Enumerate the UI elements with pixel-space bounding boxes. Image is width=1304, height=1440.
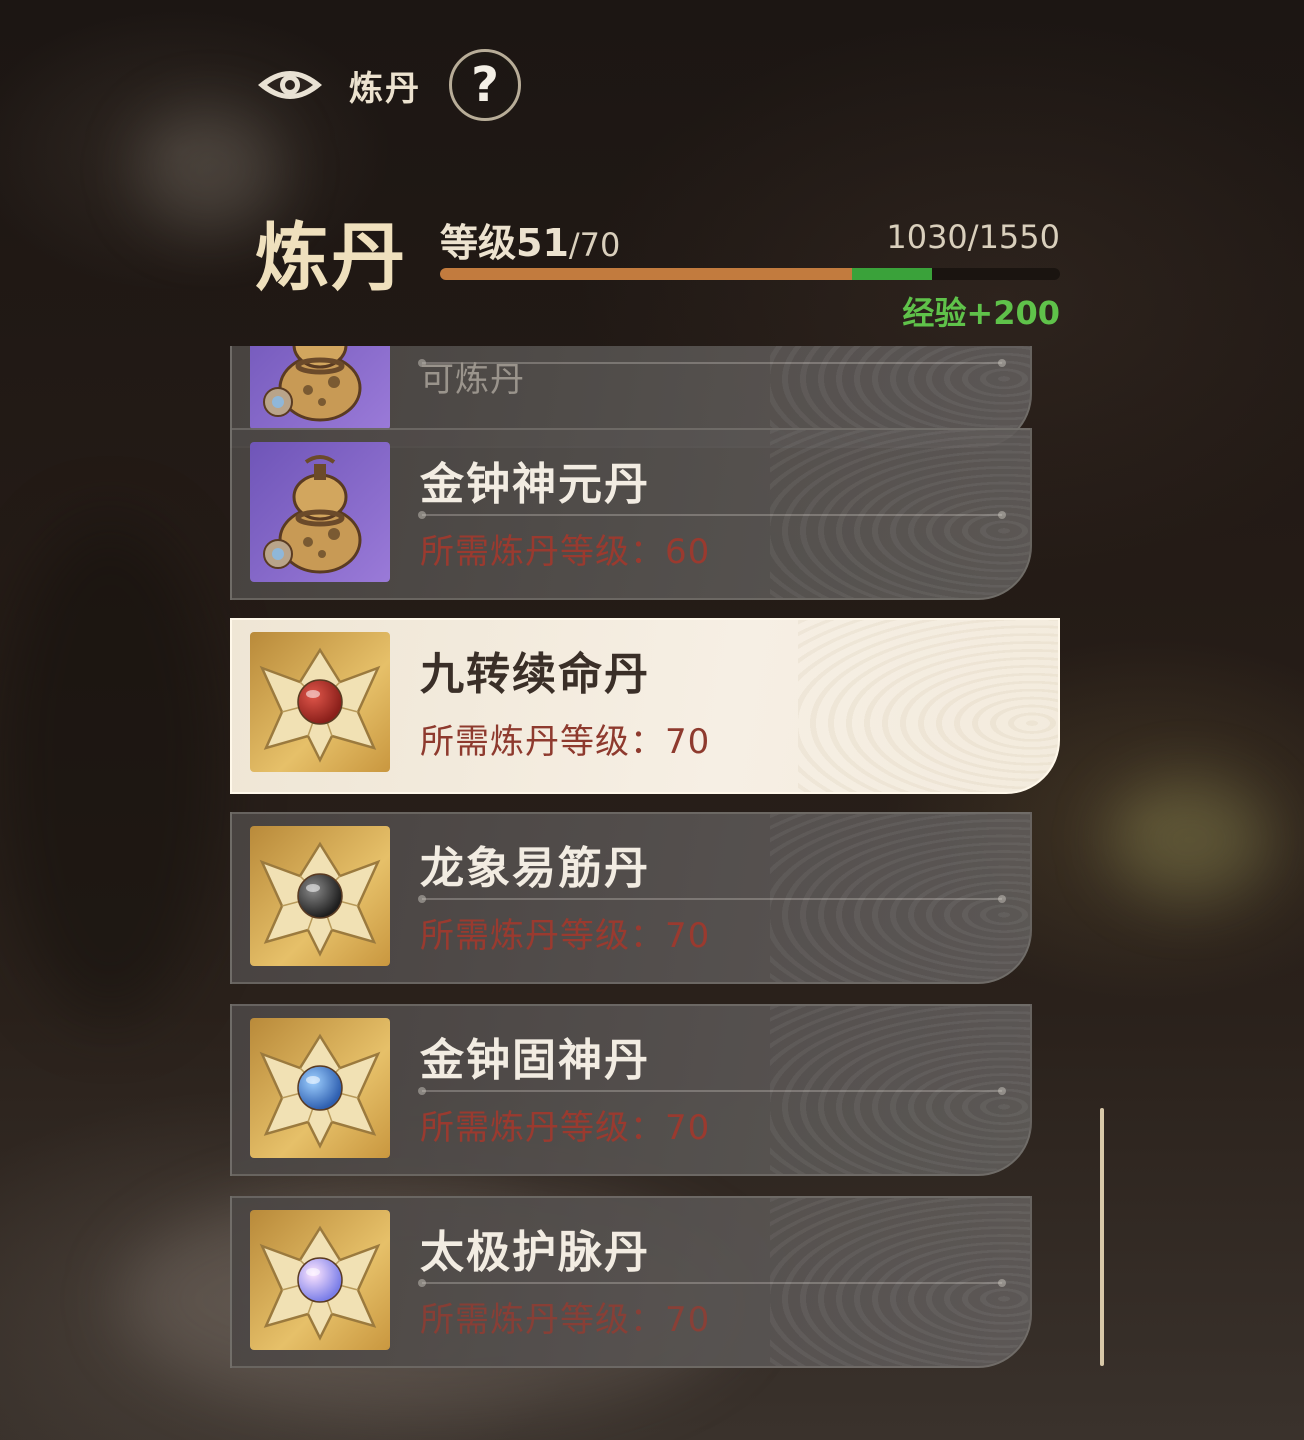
recipe-list: 可炼丹 金钟神元丹 所需炼丹等级：60 九转续命丹 所需炼丹等级：70 龙象易筋丹 所需炼丹… bbox=[228, 346, 1068, 1386]
help-button[interactable]: ? bbox=[449, 49, 521, 121]
black-pill-icon bbox=[250, 826, 390, 966]
divider bbox=[418, 511, 1006, 519]
exp-value: 1030/1550 bbox=[886, 218, 1060, 256]
scrollbar[interactable] bbox=[1100, 1108, 1104, 1366]
question-mark-icon: ? bbox=[471, 57, 499, 113]
recipe-name: 金钟神元丹 bbox=[420, 459, 650, 510]
level-max: /70 bbox=[568, 226, 621, 264]
recipe-requirement: 所需炼丹等级：60 bbox=[420, 532, 711, 572]
recipe-card[interactable]: 太极护脉丹所需炼丹等级：70 bbox=[230, 1196, 1032, 1368]
level-display: 等级51/70 bbox=[440, 212, 620, 267]
recipe-requirement: 可炼丹 bbox=[420, 360, 525, 400]
eye-icon[interactable] bbox=[255, 65, 325, 105]
recipe-requirement: 所需炼丹等级：70 bbox=[420, 1300, 711, 1340]
gourd-icon bbox=[250, 442, 390, 582]
divider bbox=[418, 895, 1006, 903]
divider bbox=[418, 1087, 1006, 1095]
level-value: 等级51 bbox=[440, 221, 569, 265]
recipe-name: 龙象易筋丹 bbox=[420, 843, 650, 894]
page-title: 炼丹 bbox=[255, 215, 407, 301]
recipe-card[interactable]: 金钟神元丹所需炼丹等级：60 bbox=[230, 428, 1032, 600]
recipe-requirement: 所需炼丹等级：70 bbox=[420, 916, 711, 956]
recipe-requirement: 所需炼丹等级：70 bbox=[420, 1108, 711, 1148]
recipe-card[interactable]: 金钟固神丹所需炼丹等级：70 bbox=[230, 1004, 1032, 1176]
divider bbox=[418, 1279, 1006, 1287]
top-title: 炼丹 bbox=[349, 68, 421, 109]
exp-progress-bar bbox=[440, 268, 1060, 280]
exp-progress-gain bbox=[852, 268, 933, 280]
exp-gain: 经验+200 bbox=[902, 294, 1060, 332]
recipe-card[interactable]: 龙象易筋丹所需炼丹等级：70 bbox=[230, 812, 1032, 984]
recipe-name: 太极护脉丹 bbox=[420, 1227, 650, 1278]
top-bar: 炼丹 ? bbox=[255, 48, 521, 122]
gourd-icon bbox=[250, 346, 390, 430]
recipe-requirement: 所需炼丹等级：70 bbox=[420, 722, 711, 762]
recipe-name: 金钟固神丹 bbox=[420, 1035, 650, 1086]
exp-progress-current bbox=[440, 268, 853, 280]
red-pill-icon bbox=[250, 632, 390, 772]
recipe-name: 九转续命丹 bbox=[420, 649, 650, 700]
recipe-card[interactable]: 九转续命丹所需炼丹等级：70 bbox=[230, 618, 1060, 794]
iridescent-pill-icon bbox=[250, 1210, 390, 1350]
blue-pill-icon bbox=[250, 1018, 390, 1158]
